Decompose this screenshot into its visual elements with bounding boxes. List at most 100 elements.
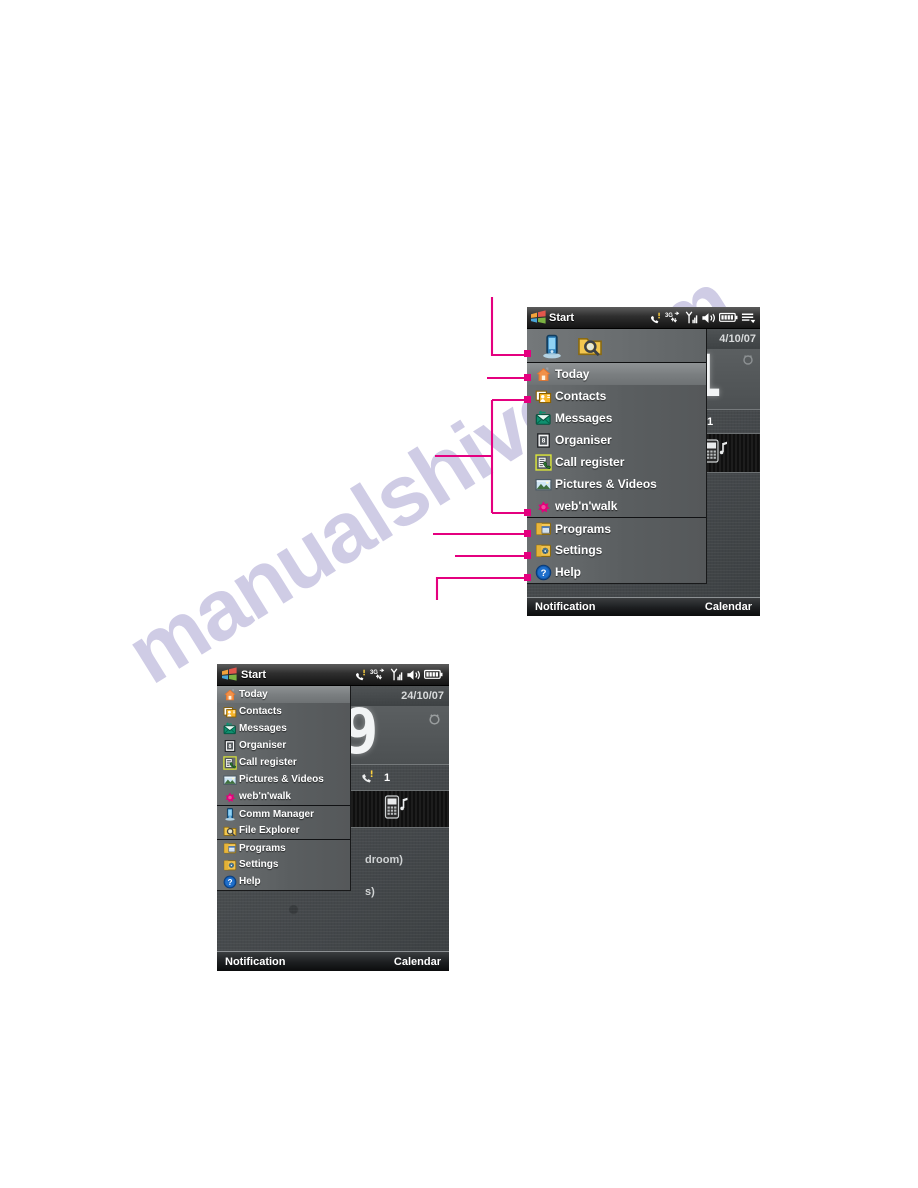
start-menu-item-messages[interactable]: Messages bbox=[527, 407, 706, 429]
start-menu-items-bottom[interactable]: Today Contacts Messages 8 Organiser Call regi… bbox=[217, 686, 350, 890]
more-chevron-icon[interactable] bbox=[741, 311, 756, 325]
softkey-right-calendar[interactable]: Calendar bbox=[705, 601, 760, 613]
softkey-left-notification[interactable]: Notification bbox=[527, 601, 596, 613]
start-menu-item-help[interactable]: ? Help bbox=[527, 561, 706, 583]
start-menu-item-label: Call register bbox=[239, 757, 297, 768]
speaker-volume-icon[interactable] bbox=[406, 668, 421, 682]
missed-call-icon[interactable] bbox=[354, 668, 367, 682]
start-menu-item-programs[interactable]: Programs bbox=[217, 839, 350, 856]
phone-music-icon[interactable] bbox=[381, 793, 412, 826]
start-menu-item-comm-manager[interactable]: Comm Manager bbox=[217, 805, 350, 822]
svg-text:?: ? bbox=[227, 877, 232, 886]
start-menu-item-help[interactable]: ? Help bbox=[217, 873, 350, 890]
alarm-clock-icon bbox=[428, 712, 441, 730]
signal-strength-icon[interactable] bbox=[685, 310, 698, 325]
start-menu-item-today[interactable]: Today bbox=[217, 686, 350, 703]
titlebar-status-icons-bottom: 3G bbox=[354, 667, 449, 682]
start-menu-item-messages[interactable]: Messages bbox=[217, 720, 350, 737]
pictures-videos-icon bbox=[531, 476, 555, 493]
3g-data-icon[interactable]: 3G bbox=[370, 668, 387, 682]
file-explorer-icon[interactable] bbox=[571, 333, 609, 359]
appointment-line-1: droom) bbox=[365, 854, 403, 866]
pictures-videos-icon bbox=[220, 773, 239, 787]
callout-leader-lines bbox=[433, 297, 531, 600]
start-menu-item-organiser[interactable]: 8 Organiser bbox=[217, 737, 350, 754]
start-menu-item-programs[interactable]: Programs bbox=[527, 517, 706, 539]
start-menu-item-label: File Explorer bbox=[239, 825, 300, 836]
comm-manager-icon bbox=[220, 807, 239, 821]
start-menu-item-label: Programs bbox=[239, 842, 286, 854]
recent-programs-bar[interactable] bbox=[527, 329, 706, 363]
titlebar-bottom: Start 3G bbox=[217, 664, 449, 686]
start-menu-item-pictures-videos[interactable]: Pictures & Videos bbox=[217, 771, 350, 788]
signal-strength-icon[interactable] bbox=[390, 667, 403, 682]
windows-flag-icon[interactable] bbox=[527, 309, 549, 327]
start-menu-item-label: Settings bbox=[555, 543, 603, 557]
start-menu-top[interactable]: Today Contacts Messages 8 Organiser Call regi… bbox=[527, 329, 707, 584]
messages-icon bbox=[220, 721, 239, 736]
battery-full-icon[interactable] bbox=[719, 311, 738, 324]
call-register-icon bbox=[531, 453, 555, 471]
start-menu-item-settings[interactable]: Settings bbox=[217, 856, 350, 873]
call-register-icon bbox=[220, 755, 239, 770]
file-explorer-icon bbox=[220, 824, 239, 838]
home-icon bbox=[220, 688, 239, 702]
start-menu-item-file-explorer[interactable]: File Explorer bbox=[217, 822, 350, 839]
start-menu-item-call-register[interactable]: Call register bbox=[527, 451, 706, 473]
start-menu-item-label: Call register bbox=[555, 455, 625, 469]
softkeys-top: Notification Calendar bbox=[527, 597, 760, 616]
messages-icon bbox=[531, 409, 555, 427]
programs-icon bbox=[220, 841, 239, 855]
start-menu-item-label: Programs bbox=[555, 521, 612, 536]
battery-full-icon[interactable] bbox=[424, 668, 443, 681]
start-menu-item-label: Today bbox=[555, 367, 590, 381]
start-label[interactable]: Start bbox=[241, 669, 266, 681]
softkey-left-notification[interactable]: Notification bbox=[217, 956, 286, 968]
titlebar-top: Start 3G bbox=[527, 307, 760, 329]
missed-call-icon[interactable] bbox=[649, 311, 662, 325]
start-menu-bottom[interactable]: Today Contacts Messages 8 Organiser Call regi… bbox=[217, 686, 351, 891]
start-menu-item-label: Pictures & Videos bbox=[239, 774, 324, 785]
today-missed-calls: 1 bbox=[336, 764, 449, 790]
today-date: 24/10/07 bbox=[336, 686, 449, 706]
start-menu-item-today[interactable]: Today bbox=[527, 363, 706, 385]
3g-data-icon[interactable]: 3G bbox=[665, 311, 682, 325]
start-menu-item-web-n-walk[interactable]: web'n'walk bbox=[217, 788, 350, 805]
start-menu-item-settings[interactable]: Settings bbox=[527, 539, 706, 561]
comm-manager-icon[interactable] bbox=[533, 333, 571, 359]
start-menu-item-contacts[interactable]: Contacts bbox=[217, 703, 350, 720]
webnwalk-icon bbox=[220, 790, 239, 804]
callout-line-recent-programs bbox=[490, 297, 525, 357]
svg-text:8: 8 bbox=[228, 743, 231, 749]
start-menu-item-label: Help bbox=[239, 876, 261, 887]
start-menu-item-pictures-videos[interactable]: Pictures & Videos bbox=[527, 473, 706, 495]
alarm-clock-icon bbox=[742, 353, 754, 368]
speaker-volume-icon[interactable] bbox=[701, 311, 716, 325]
start-label[interactable]: Start bbox=[549, 312, 574, 324]
start-menu-item-contacts[interactable]: Contacts bbox=[527, 385, 706, 407]
start-menu-item-label: Settings bbox=[239, 859, 279, 870]
callout-line-help bbox=[435, 576, 525, 600]
help-icon: ? bbox=[531, 564, 555, 581]
softkeys-bottom: Notification Calendar bbox=[217, 951, 449, 971]
windows-flag-icon[interactable] bbox=[217, 666, 241, 684]
start-menu-item-organiser[interactable]: 8 Organiser bbox=[527, 429, 706, 451]
screen-content-top: 4/10/07 1 1 bbox=[527, 307, 760, 616]
start-menu-item-call-register[interactable]: Call register bbox=[217, 754, 350, 771]
contacts-icon bbox=[531, 388, 555, 405]
start-menu-item-label: Messages bbox=[239, 723, 287, 734]
missed-calls-count: 1 bbox=[384, 771, 391, 784]
svg-text:8: 8 bbox=[541, 437, 545, 444]
screen-content-bottom: 24/10/07 39 1 bbox=[217, 664, 449, 971]
start-menu-items-top[interactable]: Today Contacts Messages 8 Organiser Call regi… bbox=[527, 363, 706, 583]
start-menu-item-label: Pictures & Videos bbox=[555, 477, 657, 491]
softkey-right-calendar[interactable]: Calendar bbox=[394, 956, 449, 968]
start-menu-item-label: Help bbox=[555, 565, 582, 579]
start-menu-item-label: Comm Manager bbox=[239, 808, 315, 820]
start-menu-item-label: Messages bbox=[555, 411, 613, 425]
webnwalk-icon bbox=[531, 498, 555, 515]
settings-icon bbox=[531, 542, 555, 559]
start-menu-item-web-n-walk[interactable]: web'n'walk bbox=[527, 495, 706, 517]
contacts-icon bbox=[220, 705, 239, 719]
organiser-icon: 8 bbox=[531, 432, 555, 449]
